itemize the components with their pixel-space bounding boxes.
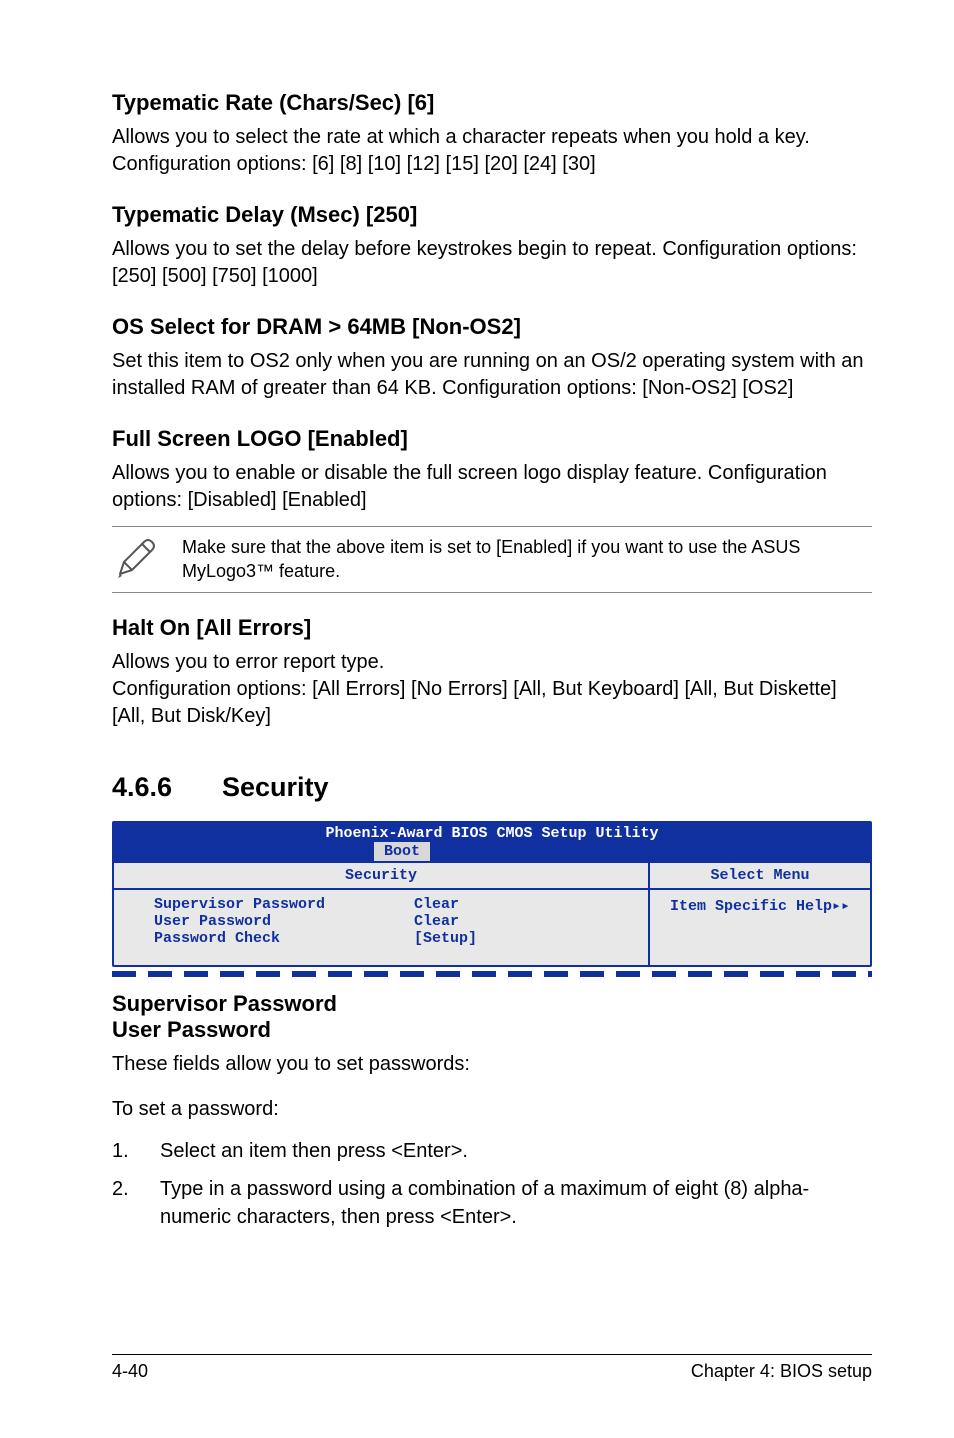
body-halt-on-1: Allows you to error report type.	[112, 649, 872, 676]
bios-row-label: Supervisor Password	[154, 896, 414, 913]
steps-list: 1.Select an item then press <Enter>. 2.T…	[112, 1137, 872, 1231]
bios-row: User Password Clear	[154, 913, 638, 930]
body-to-set: To set a password:	[112, 1096, 872, 1123]
heading-full-screen-logo: Full Screen LOGO [Enabled]	[112, 426, 872, 452]
bios-titlebar: Phoenix-Award BIOS CMOS Setup Utility	[114, 823, 870, 842]
body-os-select: Set this item to OS2 only when you are r…	[112, 348, 872, 402]
bios-row-value: Clear	[414, 896, 459, 913]
heading-os-select: OS Select for DRAM > 64MB [Non-OS2]	[112, 314, 872, 340]
step-number: 1.	[112, 1137, 160, 1165]
bios-left-content: Supervisor Password Clear User Password …	[114, 890, 648, 965]
step-text: Type in a password using a combination o…	[160, 1175, 872, 1231]
bios-row-value: [Setup]	[414, 930, 477, 947]
step-number: 2.	[112, 1175, 160, 1231]
heading-typematic-delay: Typematic Delay (Msec) [250]	[112, 202, 872, 228]
body-full-screen-logo: Allows you to enable or disable the full…	[112, 460, 872, 514]
bios-right-help: Item Specific Help▸▸	[650, 890, 870, 933]
bios-left-header: Security	[114, 863, 648, 890]
step-text: Select an item then press <Enter>.	[160, 1137, 468, 1165]
section-number: 4.6.6	[112, 772, 222, 803]
list-item: 2.Type in a password using a combination…	[112, 1175, 872, 1231]
pencil-icon	[112, 538, 170, 580]
heading-supervisor-password: Supervisor Password	[112, 991, 872, 1017]
footer-chapter: Chapter 4: BIOS setup	[691, 1361, 872, 1382]
heading-user-password: User Password	[112, 1017, 872, 1043]
body-password-intro: These fields allow you to set passwords:	[112, 1051, 872, 1078]
note-text: Make sure that the above item is set to …	[170, 535, 872, 584]
body-typematic-rate: Allows you to select the rate at which a…	[112, 124, 872, 178]
heading-typematic-rate: Typematic Rate (Chars/Sec) [6]	[112, 90, 872, 116]
bios-right-header: Select Menu	[650, 863, 870, 890]
footer-page-number: 4-40	[112, 1361, 148, 1382]
list-item: 1.Select an item then press <Enter>.	[112, 1137, 872, 1165]
bios-menubar: Boot	[114, 842, 870, 863]
bios-tab-boot: Boot	[374, 842, 430, 861]
bios-row-value: Clear	[414, 913, 459, 930]
body-halt-on-2: Configuration options: [All Errors] [No …	[112, 676, 872, 730]
section-title: Security	[222, 772, 329, 802]
bios-row: Supervisor Password Clear	[154, 896, 638, 913]
bios-row-label: Password Check	[154, 930, 414, 947]
section-heading: 4.6.6Security	[112, 772, 872, 803]
heading-halt-on: Halt On [All Errors]	[112, 615, 872, 641]
bios-row-label: User Password	[154, 913, 414, 930]
page-footer: 4-40 Chapter 4: BIOS setup	[112, 1354, 872, 1382]
bios-bottom-dash	[112, 971, 872, 977]
bios-screenshot: Phoenix-Award BIOS CMOS Setup Utility Bo…	[112, 821, 872, 967]
bios-row: Password Check [Setup]	[154, 930, 638, 947]
note-box: Make sure that the above item is set to …	[112, 526, 872, 593]
body-typematic-delay: Allows you to set the delay before keyst…	[112, 236, 872, 290]
